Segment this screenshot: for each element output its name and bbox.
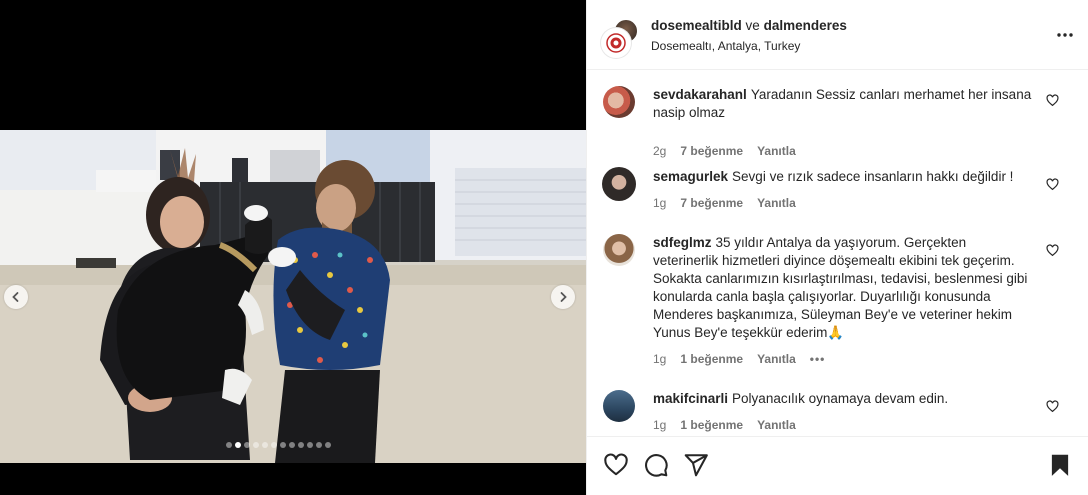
commenter-username[interactable]: makifcinarli: [653, 391, 728, 406]
comment-body: semagurlek Sevgi ve rızık sadece insanlar…: [653, 168, 1033, 186]
comment-like-button[interactable]: [1046, 400, 1059, 418]
carousel-dot: [316, 442, 322, 448]
carousel-dot: [262, 442, 268, 448]
author-conjunction: ve: [745, 18, 760, 33]
reply-button[interactable]: Yanıtla: [757, 144, 796, 158]
bookmark-icon: [1051, 454, 1069, 476]
comment-body: sdfeglmz 35 yıldır Antalya da yaşıyorum. …: [653, 234, 1033, 342]
like-button[interactable]: [603, 452, 629, 483]
comment-meta: 1g 1 beğenme Yanıtla •••: [653, 352, 825, 366]
comment-body: makifcinarli Polyanacılık oynamaya devam …: [653, 390, 1033, 408]
comments-list[interactable]: sevdakarahanl Yaradanın Sessiz canları me…: [587, 71, 1088, 436]
post-header: dosemealtibld ve dalmenderes Dosemealtı,…: [587, 0, 1088, 70]
heart-icon: [1046, 94, 1059, 107]
comment-likes[interactable]: 1 beğenme: [680, 352, 743, 366]
reply-button[interactable]: Yanıtla: [757, 352, 796, 366]
post-location[interactable]: Dosemealtı, Antalya, Turkey: [651, 39, 800, 53]
commenter-username[interactable]: sevdakarahanl: [653, 87, 747, 102]
municipality-logo-icon: [606, 33, 626, 53]
carousel-dot: [235, 442, 241, 448]
comment-meta: 1g 7 beğenme Yanıtla: [653, 196, 796, 210]
commenter-avatar[interactable]: [603, 86, 635, 118]
carousel-dot: [244, 442, 250, 448]
commenter-username[interactable]: sdfeglmz: [653, 235, 712, 250]
next-slide-button[interactable]: [551, 285, 575, 309]
coauthor-username[interactable]: dalmenderes: [764, 18, 847, 33]
comment-button[interactable]: [643, 452, 669, 483]
commenter-avatar[interactable]: [602, 167, 636, 201]
carousel-dot: [271, 442, 277, 448]
share-icon: [684, 454, 708, 477]
carousel-indicator: [226, 442, 331, 448]
heart-icon: [1046, 244, 1059, 257]
carousel-dot: [280, 442, 286, 448]
heart-icon: [604, 453, 628, 476]
comment-meta: 2g 7 beğenme Yanıtla: [653, 144, 796, 158]
chevron-right-icon: [560, 292, 567, 302]
post-authors: dosemealtibld ve dalmenderes: [651, 18, 847, 33]
comment-time[interactable]: 1g: [653, 196, 666, 210]
reply-button[interactable]: Yanıtla: [757, 196, 796, 210]
chevron-left-icon: [12, 292, 19, 302]
photo-scene: [0, 130, 586, 463]
commenter-avatar[interactable]: [603, 234, 635, 266]
commenter-avatar[interactable]: [603, 390, 635, 422]
comment-icon: [645, 454, 668, 477]
comment-meta: 1g 1 beğenme Yanıtla: [653, 418, 796, 432]
carousel-dot: [226, 442, 232, 448]
collab-avatars[interactable]: [601, 18, 639, 58]
comment-likes[interactable]: 7 beğenme: [680, 196, 743, 210]
comment-likes[interactable]: 1 beğenme: [680, 418, 743, 432]
author-avatar[interactable]: [601, 28, 631, 58]
more-options-button[interactable]: [1056, 26, 1074, 49]
post-media: [0, 0, 586, 495]
comment-time[interactable]: 2g: [653, 144, 666, 158]
comment-time[interactable]: 1g: [653, 418, 666, 432]
carousel-dot: [253, 442, 259, 448]
comment-likes[interactable]: 7 beğenme: [680, 144, 743, 158]
author-username[interactable]: dosemealtibld: [651, 18, 742, 33]
post-actions-bar: [587, 436, 1088, 495]
comment-text: Polyanacılık oynamaya devam edin.: [732, 391, 949, 406]
carousel-dot: [307, 442, 313, 448]
comment-like-button[interactable]: [1046, 178, 1059, 196]
heart-icon: [1046, 400, 1059, 413]
comment-like-button[interactable]: [1046, 244, 1059, 262]
carousel-dot: [289, 442, 295, 448]
comment-more-options[interactable]: •••: [810, 352, 826, 366]
more-horizontal-icon: [1057, 33, 1073, 37]
reply-button[interactable]: Yanıtla: [757, 418, 796, 432]
carousel-dot: [298, 442, 304, 448]
carousel-dot: [325, 442, 331, 448]
previous-slide-button[interactable]: [4, 285, 28, 309]
save-button[interactable]: [1047, 452, 1073, 483]
comment-like-button[interactable]: [1046, 94, 1059, 112]
comment-text: Sevgi ve rızık sadece insanların hakkı d…: [732, 169, 1014, 184]
commenter-username[interactable]: semagurlek: [653, 169, 728, 184]
comment-time[interactable]: 1g: [653, 352, 666, 366]
post-side-panel: dosemealtibld ve dalmenderes Dosemealtı,…: [586, 0, 1088, 495]
comment-text: 35 yıldır Antalya da yaşıyorum. Gerçekte…: [653, 235, 1028, 340]
post-photo[interactable]: [0, 130, 586, 463]
share-button[interactable]: [683, 452, 709, 483]
heart-icon: [1046, 178, 1059, 191]
comment-body: sevdakarahanl Yaradanın Sessiz canları me…: [653, 86, 1033, 122]
